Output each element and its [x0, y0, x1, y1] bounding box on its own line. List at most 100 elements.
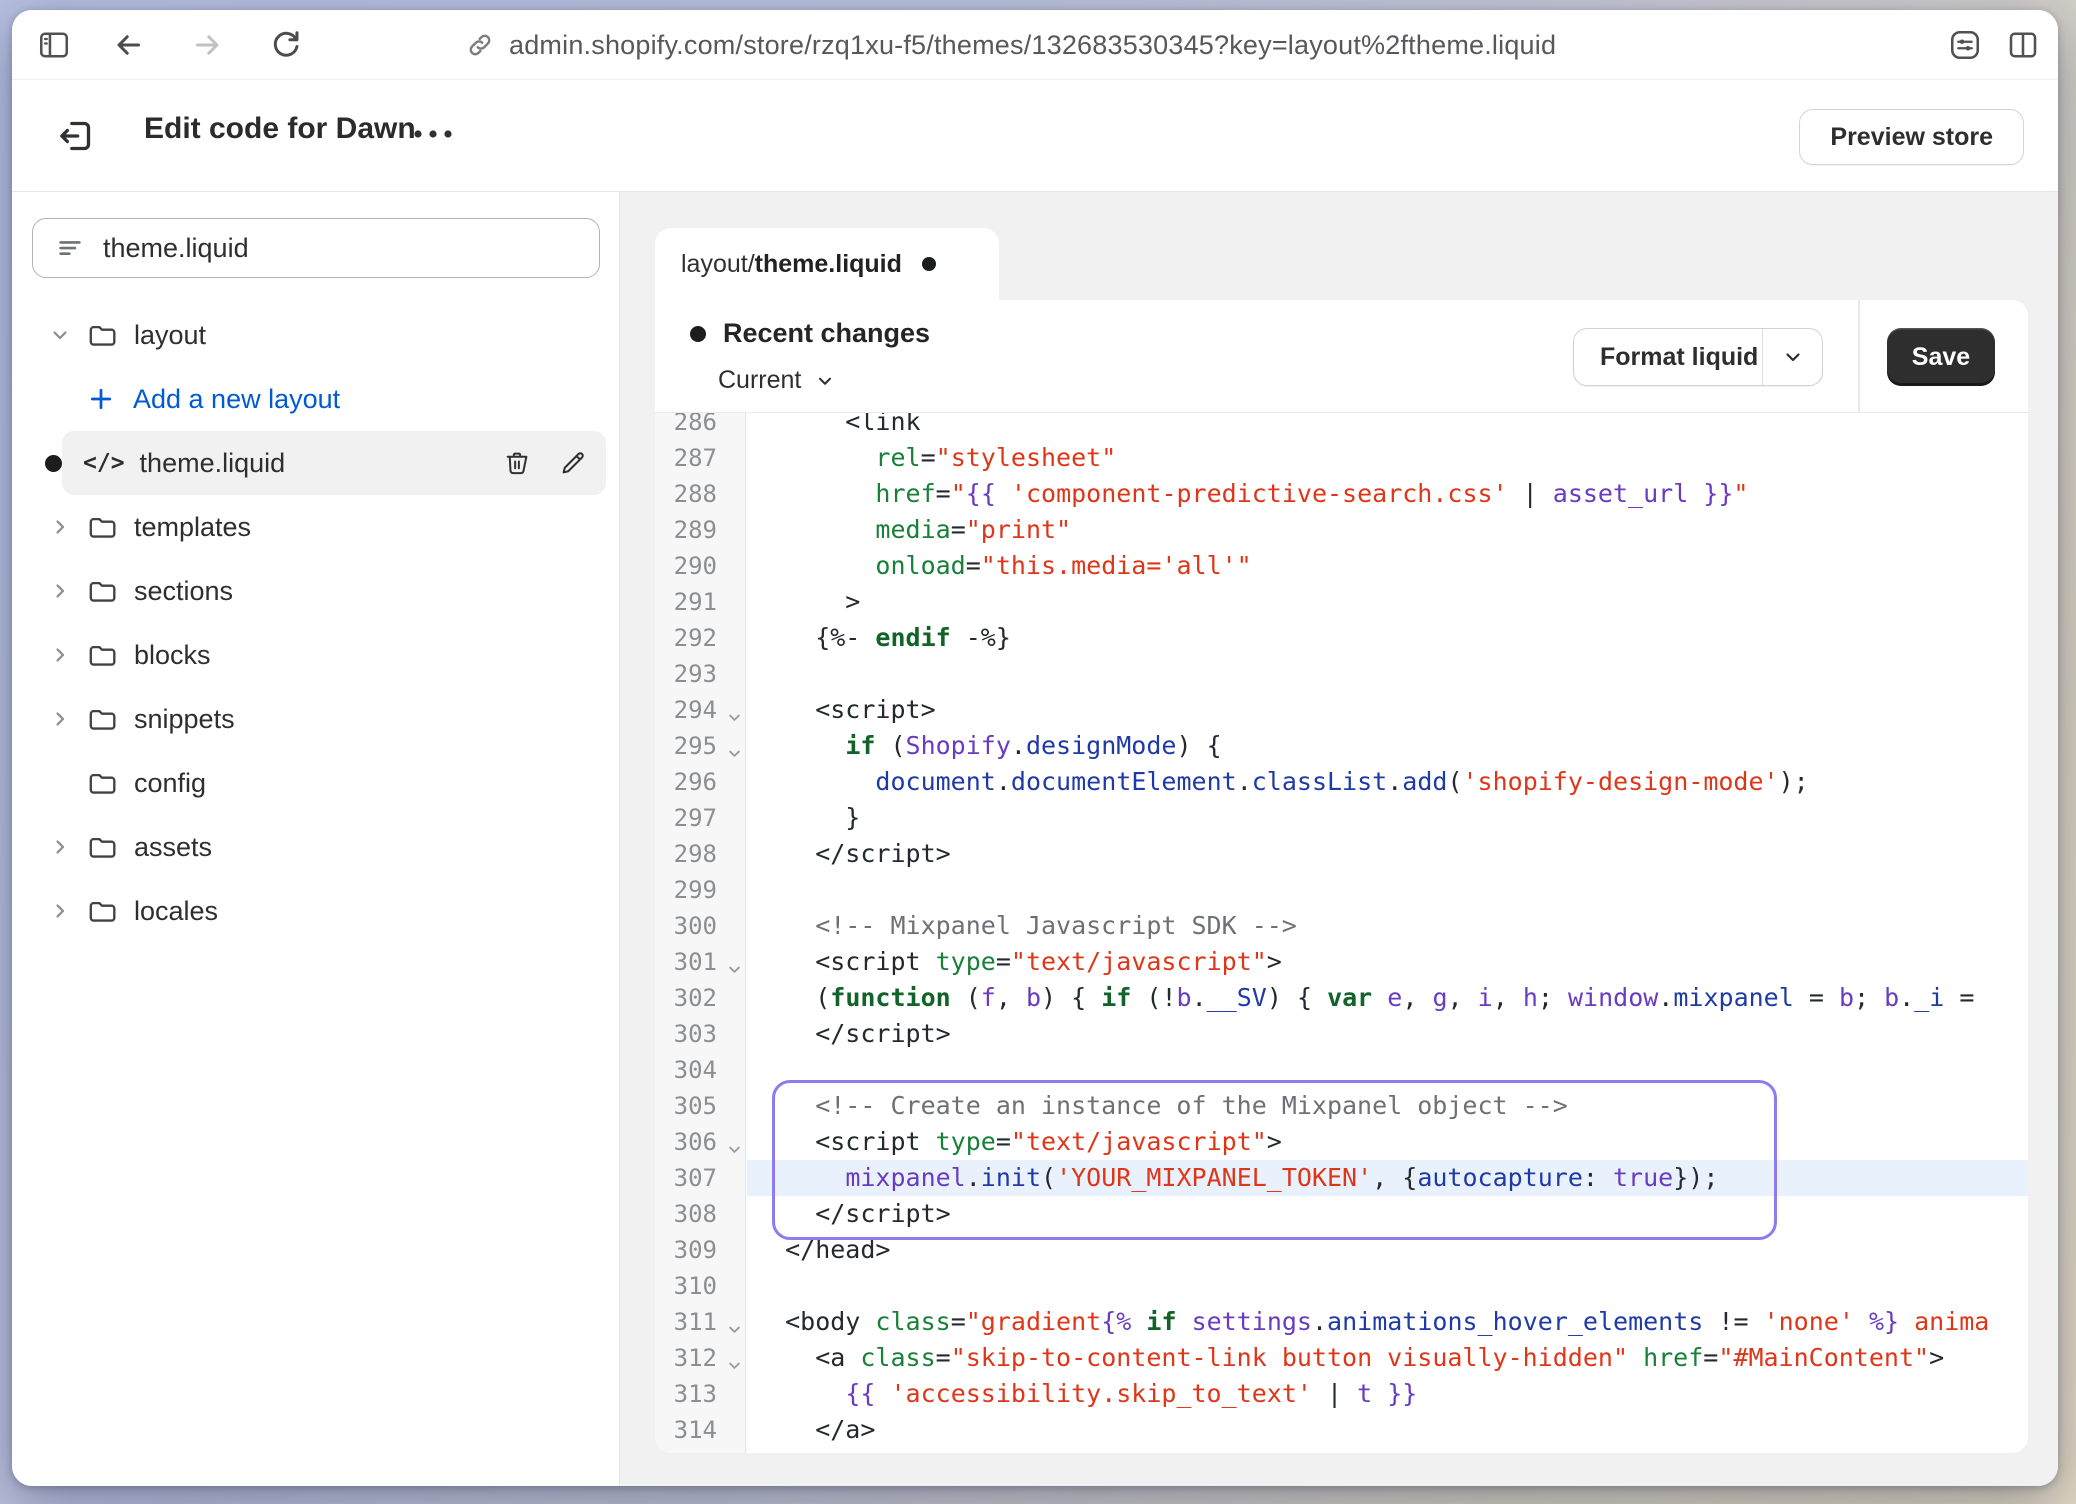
version-select[interactable]: Current [718, 366, 836, 395]
code-line[interactable]: 294 <script> [655, 692, 2028, 728]
sidebar-item-layout[interactable]: layout [12, 303, 619, 367]
format-liquid-button[interactable]: Format liquid [1573, 328, 1823, 386]
code-line[interactable]: 299 [655, 872, 2028, 908]
code-line[interactable]: 302 (function (f, b) { if (!b.__SV) { va… [655, 980, 2028, 1016]
chevron-down-icon[interactable] [725, 960, 744, 979]
sidebar-item-assets[interactable]: assets [12, 815, 619, 879]
code-line-text[interactable] [747, 1052, 2028, 1088]
fold-toggle[interactable] [725, 1133, 744, 1152]
code-line[interactable]: 293 [655, 656, 2028, 692]
file-search-box[interactable] [32, 218, 600, 278]
code-line-text[interactable]: </head> [747, 1232, 2028, 1268]
chevron-right-icon[interactable] [48, 707, 72, 731]
tune-icon[interactable] [1947, 27, 1983, 63]
save-button[interactable]: Save [1887, 328, 1995, 386]
code-line-text[interactable]: if (Shopify.designMode) { [747, 728, 2028, 764]
code-line[interactable]: 296 document.documentElement.classList.a… [655, 764, 2028, 800]
chevron-down-icon[interactable] [48, 323, 72, 347]
code-line-text[interactable]: rel="stylesheet" [747, 440, 2028, 476]
rename-file-button[interactable] [558, 448, 588, 478]
delete-file-button[interactable] [502, 448, 532, 478]
code-line-text[interactable]: document.documentElement.classList.add('… [747, 764, 2028, 800]
file-tab[interactable]: layout/theme.liquid [655, 228, 999, 300]
code-line-text[interactable]: onload="this.media='all'" [747, 548, 2028, 584]
selected-file-row[interactable]: </>theme.liquid [62, 431, 606, 495]
code-line-text[interactable]: href="{{ 'component-predictive-search.cs… [747, 476, 2028, 512]
preview-store-button[interactable]: Preview store [1799, 109, 2024, 165]
code-line[interactable]: 309 </head> [655, 1232, 2028, 1268]
sidebar-item-add-new-layout[interactable]: Add a new layout [12, 367, 619, 431]
code-line-text[interactable]: </script> [747, 836, 2028, 872]
chevron-right-icon[interactable] [48, 835, 72, 859]
code-line[interactable]: 297 } [655, 800, 2028, 836]
code-line[interactable]: 292 {%- endif -%} [655, 620, 2028, 656]
code-line[interactable]: 289 media="print" [655, 512, 2028, 548]
code-line[interactable]: 295 if (Shopify.designMode) { [655, 728, 2028, 764]
code-line-text[interactable]: {{ 'accessibility.skip_to_text' | t }} [747, 1376, 2028, 1412]
code-line[interactable]: 311 <body class="gradient{% if settings.… [655, 1304, 2028, 1340]
code-line[interactable]: 305 <!-- Create an instance of the Mixpa… [655, 1088, 2028, 1124]
sidebar-item-templates[interactable]: templates [12, 495, 619, 559]
code-line[interactable]: 307 mixpanel.init('YOUR_MIXPANEL_TOKEN',… [655, 1160, 2028, 1196]
code-line[interactable]: 303 </script> [655, 1016, 2028, 1052]
code-line-text[interactable]: > [747, 584, 2028, 620]
chevron-down-icon[interactable] [725, 1356, 744, 1375]
code-line-text[interactable]: mixpanel.init('YOUR_MIXPANEL_TOKEN', {au… [747, 1160, 2028, 1196]
code-line-text[interactable]: <a class="skip-to-content-link button vi… [747, 1340, 2028, 1376]
chevron-down-icon[interactable] [725, 1320, 744, 1339]
chevron-down-icon[interactable] [725, 1140, 744, 1159]
split-view-icon[interactable] [2005, 27, 2041, 63]
chevron-right-icon[interactable] [48, 643, 72, 667]
code-line-text[interactable]: <!-- Mixpanel Javascript SDK --> [747, 908, 2028, 944]
file-search-input[interactable] [103, 233, 543, 264]
code-line-text[interactable]: </script> [747, 1196, 2028, 1232]
code-line[interactable]: 313 {{ 'accessibility.skip_to_text' | t … [655, 1376, 2028, 1412]
exit-code-editor-button[interactable] [56, 116, 96, 156]
back-icon[interactable] [110, 27, 146, 63]
format-liquid-chevron[interactable] [1762, 329, 1822, 385]
code-line-text[interactable] [747, 872, 2028, 908]
reload-icon[interactable] [268, 27, 304, 63]
code-line-text[interactable]: {%- endif -%} [747, 620, 2028, 656]
code-line-text[interactable] [747, 1268, 2028, 1304]
code-line[interactable]: 287 rel="stylesheet" [655, 440, 2028, 476]
code-line-text[interactable]: } [747, 800, 2028, 836]
url-bar[interactable]: admin.shopify.com/store/rzq1xu-f5/themes… [465, 10, 1556, 80]
code-line-text[interactable]: <script type="text/javascript"> [747, 944, 2028, 980]
fold-toggle[interactable] [725, 1349, 744, 1368]
code-line[interactable]: 306 <script type="text/javascript"> [655, 1124, 2028, 1160]
sidebar-item-locales[interactable]: locales [12, 879, 619, 943]
sidebar-item-sections[interactable]: sections [12, 559, 619, 623]
chevron-right-icon[interactable] [48, 899, 72, 923]
code-line-text[interactable]: <!-- Create an instance of the Mixpanel … [747, 1088, 2028, 1124]
sidebar-item-blocks[interactable]: blocks [12, 623, 619, 687]
code-line[interactable]: 308 </script> [655, 1196, 2028, 1232]
chevron-right-icon[interactable] [48, 515, 72, 539]
sidebar-item-theme-liquid[interactable]: </>theme.liquid [12, 431, 619, 495]
code-line[interactable]: 286 <link [655, 413, 2028, 440]
code-line[interactable]: 298 </script> [655, 836, 2028, 872]
code-line[interactable]: 288 href="{{ 'component-predictive-searc… [655, 476, 2028, 512]
code-line-text[interactable]: </script> [747, 1016, 2028, 1052]
code-line-text[interactable]: </a> [747, 1412, 2028, 1448]
chevron-right-icon[interactable] [48, 579, 72, 603]
code-line-text[interactable]: (function (f, b) { if (!b.__SV) { var e,… [747, 980, 2028, 1016]
code-line[interactable]: 290 onload="this.media='all'" [655, 548, 2028, 584]
sidebar-toggle-icon[interactable] [36, 27, 72, 63]
chevron-down-icon[interactable] [725, 744, 744, 763]
code-line[interactable]: 304 [655, 1052, 2028, 1088]
sidebar-item-config[interactable]: config [12, 751, 619, 815]
fold-toggle[interactable] [725, 701, 744, 720]
code-line-text[interactable]: <script type="text/javascript"> [747, 1124, 2028, 1160]
sidebar-item-snippets[interactable]: snippets [12, 687, 619, 751]
code-line-text[interactable]: <link [747, 413, 2028, 440]
code-line[interactable]: 291 > [655, 584, 2028, 620]
code-line-text[interactable]: <body class="gradient{% if settings.anim… [747, 1304, 2028, 1340]
code-line-text[interactable]: <script> [747, 692, 2028, 728]
code-line[interactable]: 310 [655, 1268, 2028, 1304]
code-editor[interactable]: 286 <link287 rel="stylesheet"288 href="{… [655, 413, 2028, 1453]
forward-icon[interactable] [190, 27, 226, 63]
code-line[interactable]: 314 </a> [655, 1412, 2028, 1448]
chevron-down-icon[interactable] [725, 708, 744, 727]
fold-toggle[interactable] [725, 953, 744, 972]
